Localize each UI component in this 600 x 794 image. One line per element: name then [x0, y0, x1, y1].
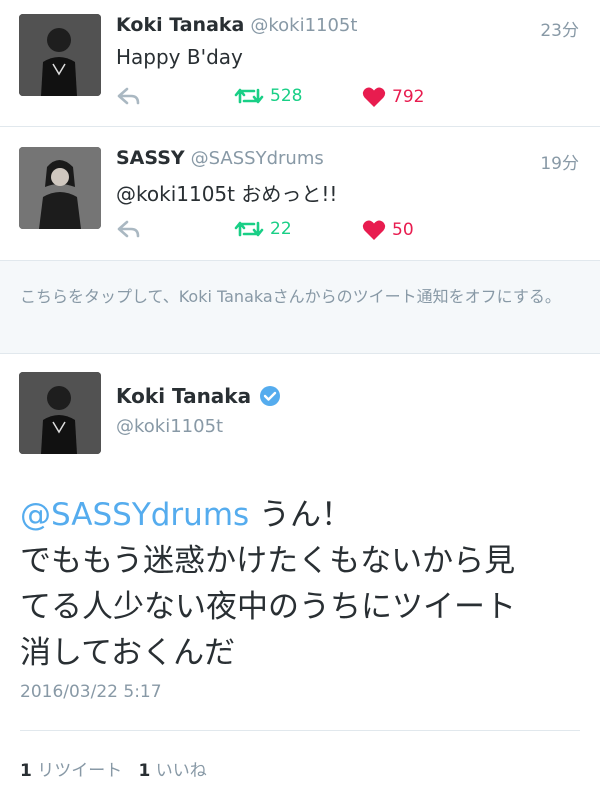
detail-user-name[interactable]: Koki Tanaka — [116, 384, 281, 408]
retweet-count: 22 — [270, 219, 292, 239]
tweet-text: Happy B'day — [116, 45, 243, 69]
heart-icon — [362, 87, 386, 107]
tweet-text-line-3: てる人少ない夜中のうちにツイート — [20, 589, 516, 625]
avatar[interactable] — [19, 372, 101, 454]
tweet-detail: Koki Tanaka @koki1105t @SASSYdrums うん！ で… — [0, 354, 600, 794]
like-count: 50 — [392, 220, 414, 240]
retweet-count: 1 — [20, 761, 32, 781]
reply-icon — [117, 220, 140, 238]
tweet-stats: 1 リツイート 1 いいね — [20, 756, 207, 781]
like-count: 1 — [138, 761, 151, 781]
retweet-icon — [234, 88, 264, 104]
user-name[interactable]: SASSY — [116, 147, 185, 169]
tweet-time: 23分 — [540, 21, 579, 41]
user-handle[interactable]: @koki1105t — [250, 15, 357, 36]
reply-icon — [117, 87, 140, 105]
like-label: いいね — [155, 761, 207, 781]
retweet-button[interactable]: 22 — [234, 219, 292, 239]
tweet-actions: 22 50 — [116, 219, 576, 245]
like-button[interactable]: 792 — [362, 86, 424, 108]
tweet-actions: 528 792 — [116, 86, 576, 112]
divider — [20, 730, 580, 731]
tweet-text-segment: うん！ — [249, 497, 353, 533]
tweet-time: 19分 — [540, 154, 579, 174]
like-button[interactable]: 50 — [362, 219, 414, 241]
user-handle[interactable]: @koki1105t — [116, 416, 223, 437]
tweet-text-line-4: 消しておくんだ — [20, 635, 236, 671]
tweet-item[interactable]: SASSY @SASSYdrums 19分 @koki1105t おめっと!! 2… — [0, 127, 600, 261]
retweet-icon — [234, 221, 264, 237]
verified-badge-icon — [260, 386, 281, 406]
like-stat[interactable]: 1 いいね — [138, 761, 206, 781]
reply-button[interactable] — [116, 219, 148, 239]
user-handle[interactable]: @SASSYdrums — [191, 148, 324, 169]
like-count: 792 — [392, 87, 425, 107]
retweet-stat[interactable]: 1 リツイート — [20, 761, 122, 781]
notification-toggle-banner[interactable]: こちらをタップして、Koki Tanakaさんからのツイート通知をオフにする。 — [0, 261, 600, 354]
heart-icon — [362, 220, 386, 240]
tweet-timestamp: 2016/03/22 5:17 — [20, 682, 162, 702]
mention-link[interactable]: @SASSYdrums — [20, 497, 249, 533]
user-name[interactable]: Koki Tanaka — [116, 14, 244, 36]
tweet-text: @SASSYdrums うん！ でももう迷惑かけたくもないから見 てる人少ない夜… — [20, 492, 582, 676]
tweet-item[interactable]: Koki Tanaka @koki1105t 23分 Happy B'day 52… — [0, 0, 600, 127]
retweet-count: 528 — [270, 86, 303, 106]
tweet-text-line-1: @SASSYdrums うん！ — [20, 492, 582, 538]
tweet-text-line-2: でももう迷惑かけたくもないから見 — [20, 543, 516, 579]
notification-toggle-text: こちらをタップして、Koki Tanakaさんからのツイート通知をオフにする。 — [20, 287, 561, 306]
tweet-text: @koki1105t おめっと!! — [116, 182, 338, 206]
reply-button[interactable] — [116, 86, 148, 106]
retweet-button[interactable]: 528 — [234, 86, 302, 106]
avatar[interactable] — [19, 147, 101, 229]
avatar[interactable] — [19, 14, 101, 96]
user-name[interactable]: Koki Tanaka — [116, 384, 251, 408]
retweet-label: リツイート — [37, 761, 123, 781]
